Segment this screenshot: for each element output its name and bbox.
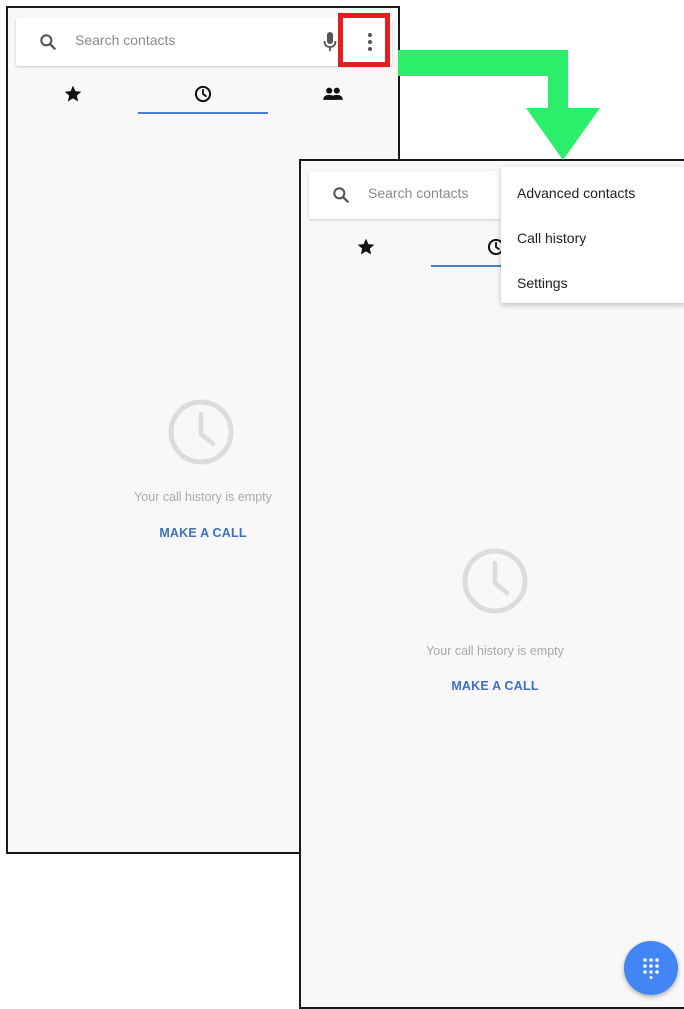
- search-input[interactable]: Search contacts: [75, 32, 175, 48]
- transition-arrow: [398, 50, 600, 160]
- tab-contacts[interactable]: [268, 72, 398, 116]
- dialer-screen-after: Search contacts Advanced contacts Call h…: [299, 159, 684, 1009]
- menu-item-advanced-contacts[interactable]: Advanced contacts: [501, 171, 684, 215]
- tab-bar: [8, 72, 398, 116]
- star-icon: [357, 238, 375, 255]
- empty-history-clock-icon: [168, 399, 234, 465]
- search-input[interactable]: Search contacts: [368, 185, 468, 201]
- people-icon: [323, 87, 343, 100]
- search-bar[interactable]: Search contacts: [16, 18, 392, 66]
- dialpad-button[interactable]: [624, 941, 678, 995]
- menu-item-settings[interactable]: Settings: [501, 261, 684, 305]
- tab-indicator: [138, 112, 268, 114]
- empty-history-message: Your call history is empty: [426, 644, 564, 658]
- microphone-icon[interactable]: [322, 31, 338, 53]
- empty-history-clock-icon: [462, 548, 528, 614]
- tab-favorites[interactable]: [301, 225, 431, 269]
- menu-item-call-history[interactable]: Call history: [501, 216, 684, 260]
- tab-recents[interactable]: [138, 72, 268, 116]
- overflow-menu: Advanced contacts Call history Settings: [501, 167, 684, 303]
- tab-favorites[interactable]: [8, 72, 138, 116]
- star-icon: [64, 85, 82, 102]
- search-icon: [333, 187, 349, 203]
- make-a-call-link[interactable]: MAKE A CALL: [301, 679, 684, 693]
- dialpad-icon: [643, 958, 659, 979]
- search-icon: [40, 34, 56, 50]
- highlight-more-options: [338, 13, 390, 67]
- clock-icon: [194, 85, 212, 103]
